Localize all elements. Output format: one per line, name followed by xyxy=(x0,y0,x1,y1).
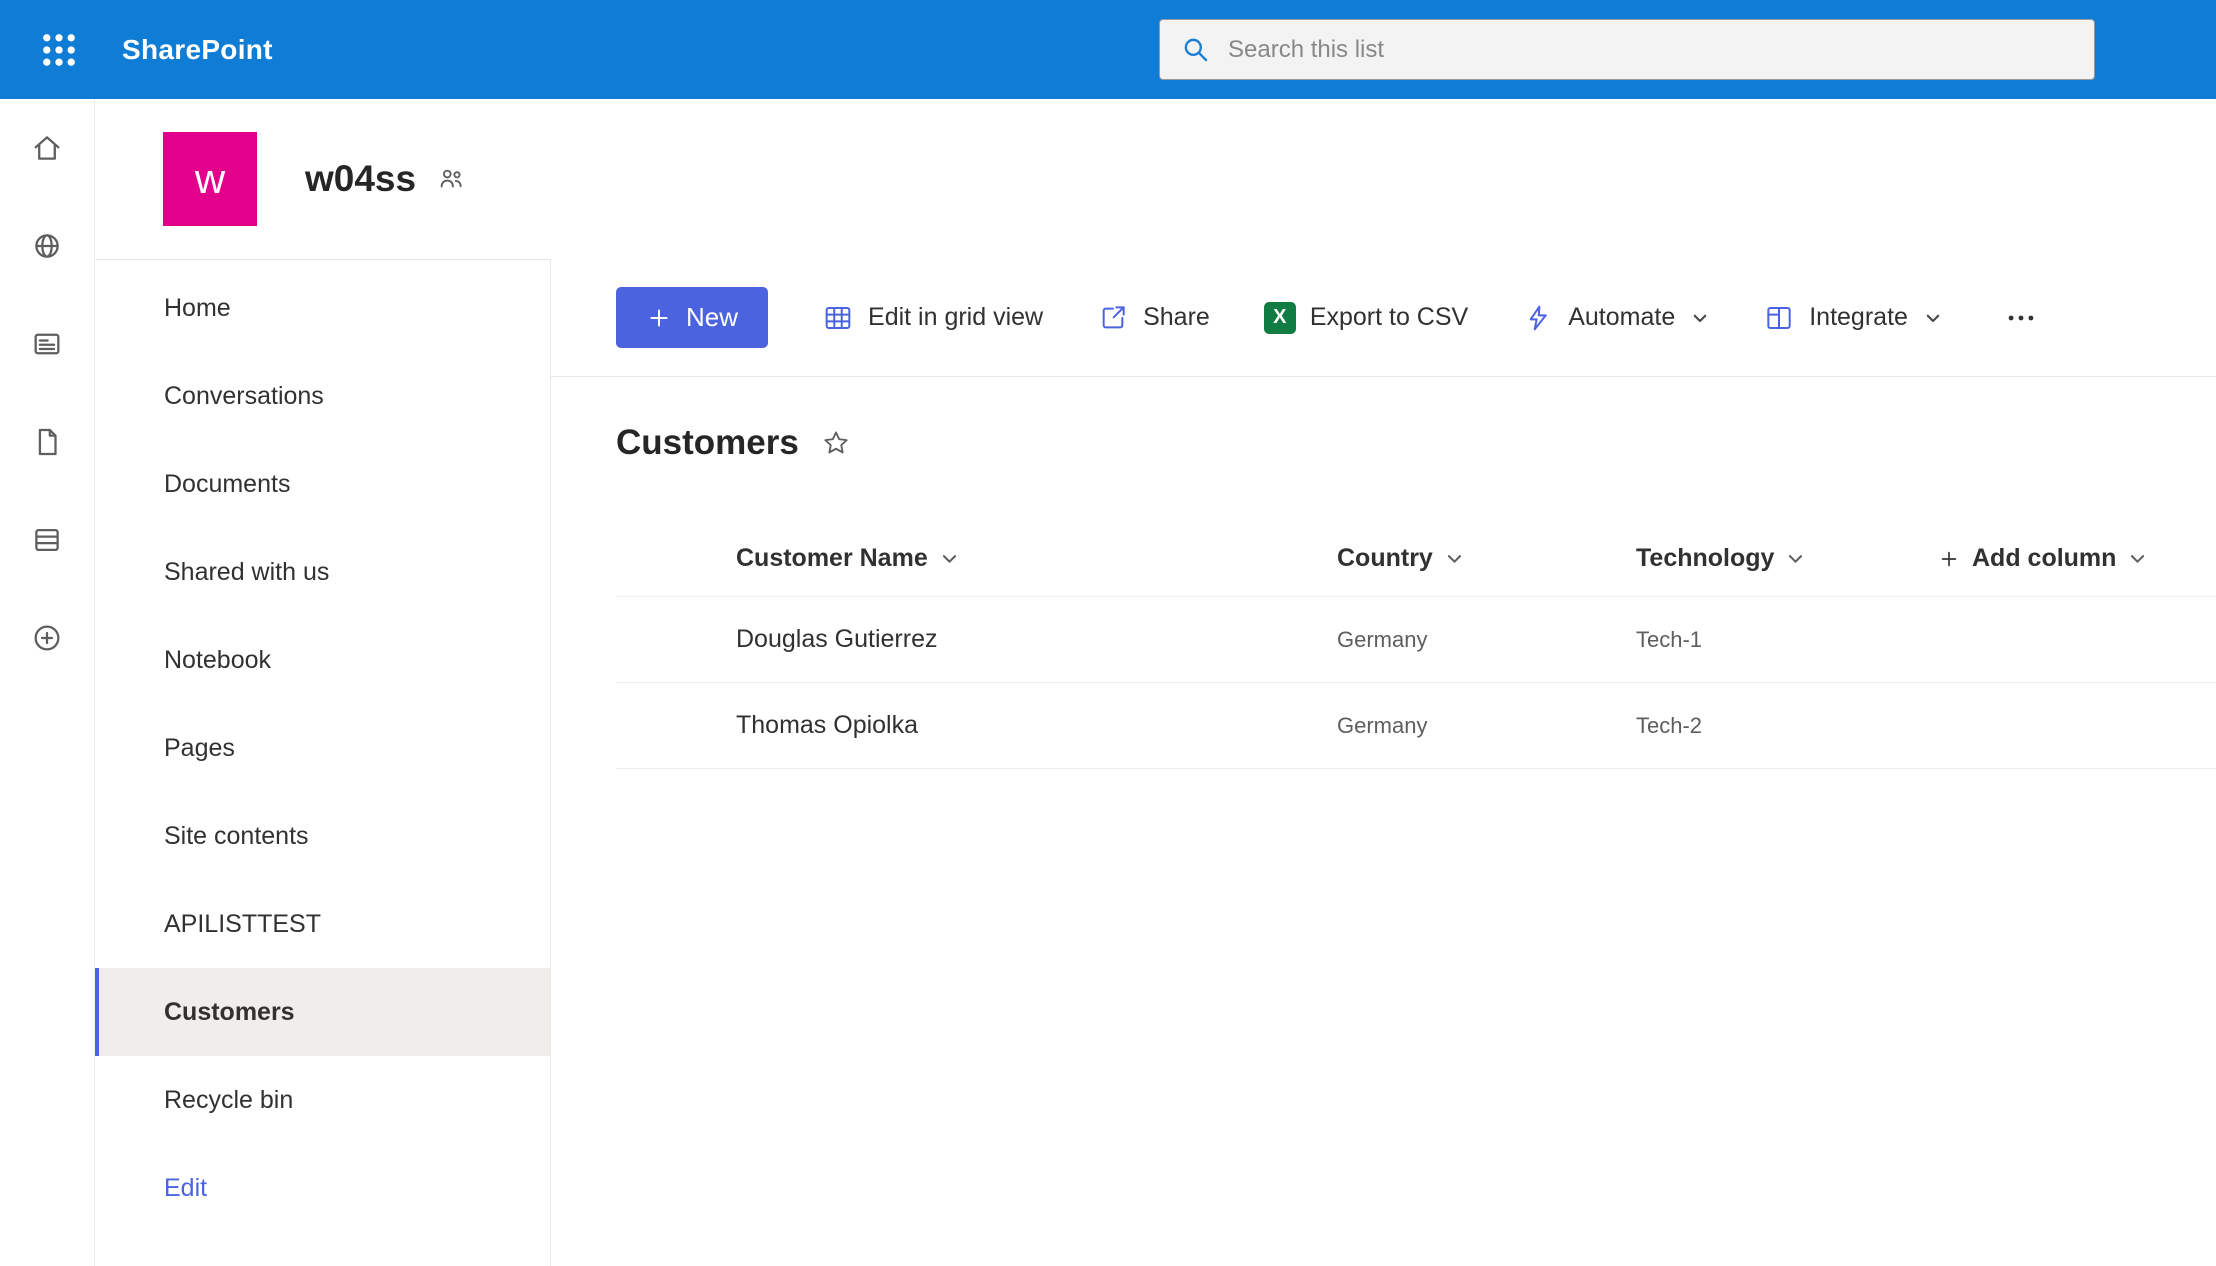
share-label: Share xyxy=(1143,303,1210,332)
sidebar-item-site-contents[interactable]: Site contents xyxy=(95,792,550,880)
chevron-down-icon xyxy=(940,549,959,568)
rail-home-button[interactable] xyxy=(23,124,71,172)
list-table: Customer Name Country xyxy=(616,521,2216,769)
cell-technology: Tech-2 xyxy=(1636,713,1938,739)
sidebar-item-recycle-bin[interactable]: Recycle bin xyxy=(95,1056,550,1144)
edit-in-grid-view-label: Edit in grid view xyxy=(868,303,1043,332)
share-button[interactable]: Share xyxy=(1097,302,1210,334)
edit-navigation-link[interactable]: Edit xyxy=(95,1144,550,1232)
list-view: New Edit in grid view xyxy=(551,259,2216,1266)
new-button-label: New xyxy=(686,302,738,333)
new-button[interactable]: New xyxy=(616,287,768,348)
globe-icon xyxy=(30,229,64,263)
star-icon xyxy=(821,428,851,458)
sidebar-item-customers[interactable]: Customers xyxy=(95,968,550,1056)
export-to-csv-button[interactable]: X Export to CSV xyxy=(1264,302,1468,334)
cell-customer-name: Thomas Opiolka xyxy=(616,711,1337,740)
list-title: Customers xyxy=(616,423,799,463)
app-launcher-button[interactable] xyxy=(26,17,92,83)
search-input[interactable] xyxy=(1228,36,2074,64)
rail-global-button[interactable] xyxy=(23,222,71,270)
chevron-down-icon xyxy=(1786,549,1805,568)
add-circle-icon xyxy=(30,621,64,655)
add-column-button[interactable]: Add column xyxy=(1938,544,2147,573)
search-icon xyxy=(1180,34,1212,66)
favorite-button[interactable] xyxy=(821,428,851,458)
sidebar-item-documents[interactable]: Documents xyxy=(95,440,550,528)
export-to-csv-label: Export to CSV xyxy=(1310,303,1468,332)
app-rail xyxy=(0,99,95,1266)
edit-in-grid-view-button[interactable]: Edit in grid view xyxy=(822,302,1043,334)
table-header-row: Customer Name Country xyxy=(616,521,2216,597)
sidebar-item-notebook[interactable]: Notebook xyxy=(95,616,550,704)
sidebar-item-shared-with-us[interactable]: Shared with us xyxy=(95,528,550,616)
suite-bar: SharePoint xyxy=(0,0,2216,99)
more-commands-button[interactable] xyxy=(2004,301,2038,335)
cell-country: Germany xyxy=(1337,627,1636,653)
integrate-menu-button[interactable]: Integrate xyxy=(1763,302,1942,334)
ellipsis-icon xyxy=(2004,301,2038,335)
site-title[interactable]: w04ss xyxy=(305,158,416,200)
brand-title[interactable]: SharePoint xyxy=(122,34,273,66)
command-bar: New Edit in grid view xyxy=(551,259,2216,377)
automate-label: Automate xyxy=(1568,303,1675,332)
cell-customer-name: Douglas Gutierrez xyxy=(616,625,1337,654)
list-icon xyxy=(30,523,64,557)
rail-news-button[interactable] xyxy=(23,320,71,368)
rail-lists-button[interactable] xyxy=(23,516,71,564)
excel-icon: X xyxy=(1264,302,1296,334)
site-navigation: Home Conversations Documents Shared with… xyxy=(95,259,551,1266)
sidebar-item-conversations[interactable]: Conversations xyxy=(95,352,550,440)
rail-documents-button[interactable] xyxy=(23,418,71,466)
cell-technology: Tech-1 xyxy=(1636,627,1938,653)
share-icon xyxy=(1097,302,1129,334)
chevron-down-icon xyxy=(1691,309,1709,327)
column-header-country[interactable]: Country xyxy=(1337,544,1464,573)
site-logo[interactable]: w xyxy=(163,132,257,226)
rail-create-button[interactable] xyxy=(23,614,71,662)
plus-icon xyxy=(646,305,672,331)
chevron-down-icon xyxy=(1924,309,1942,327)
column-header-customer-name[interactable]: Customer Name xyxy=(736,544,959,573)
news-icon xyxy=(30,327,64,361)
sidebar-item-home[interactable]: Home xyxy=(95,264,550,352)
teams-icon xyxy=(436,164,466,194)
sidebar-item-pages[interactable]: Pages xyxy=(95,704,550,792)
document-icon xyxy=(30,425,64,459)
home-icon xyxy=(30,131,64,165)
search-box[interactable] xyxy=(1159,19,2095,80)
sidebar-item-apilisttest[interactable]: APILISTTEST xyxy=(95,880,550,968)
table-row[interactable]: Thomas Opiolka Germany Tech-2 xyxy=(616,683,2216,769)
cell-country: Germany xyxy=(1337,713,1636,739)
waffle-icon xyxy=(40,31,78,69)
list-title-row: Customers xyxy=(551,377,2216,463)
integrate-label: Integrate xyxy=(1809,303,1908,332)
chevron-down-icon xyxy=(1445,549,1464,568)
integrate-icon xyxy=(1763,302,1795,334)
automate-menu-button[interactable]: Automate xyxy=(1522,302,1709,334)
column-header-technology[interactable]: Technology xyxy=(1636,544,1805,573)
automate-icon xyxy=(1522,302,1554,334)
plus-icon xyxy=(1938,548,1960,570)
site-header: w w04ss xyxy=(95,99,2216,259)
table-row[interactable]: Douglas Gutierrez Germany Tech-1 xyxy=(616,597,2216,683)
chevron-down-icon xyxy=(2128,549,2147,568)
grid-view-icon xyxy=(822,302,854,334)
